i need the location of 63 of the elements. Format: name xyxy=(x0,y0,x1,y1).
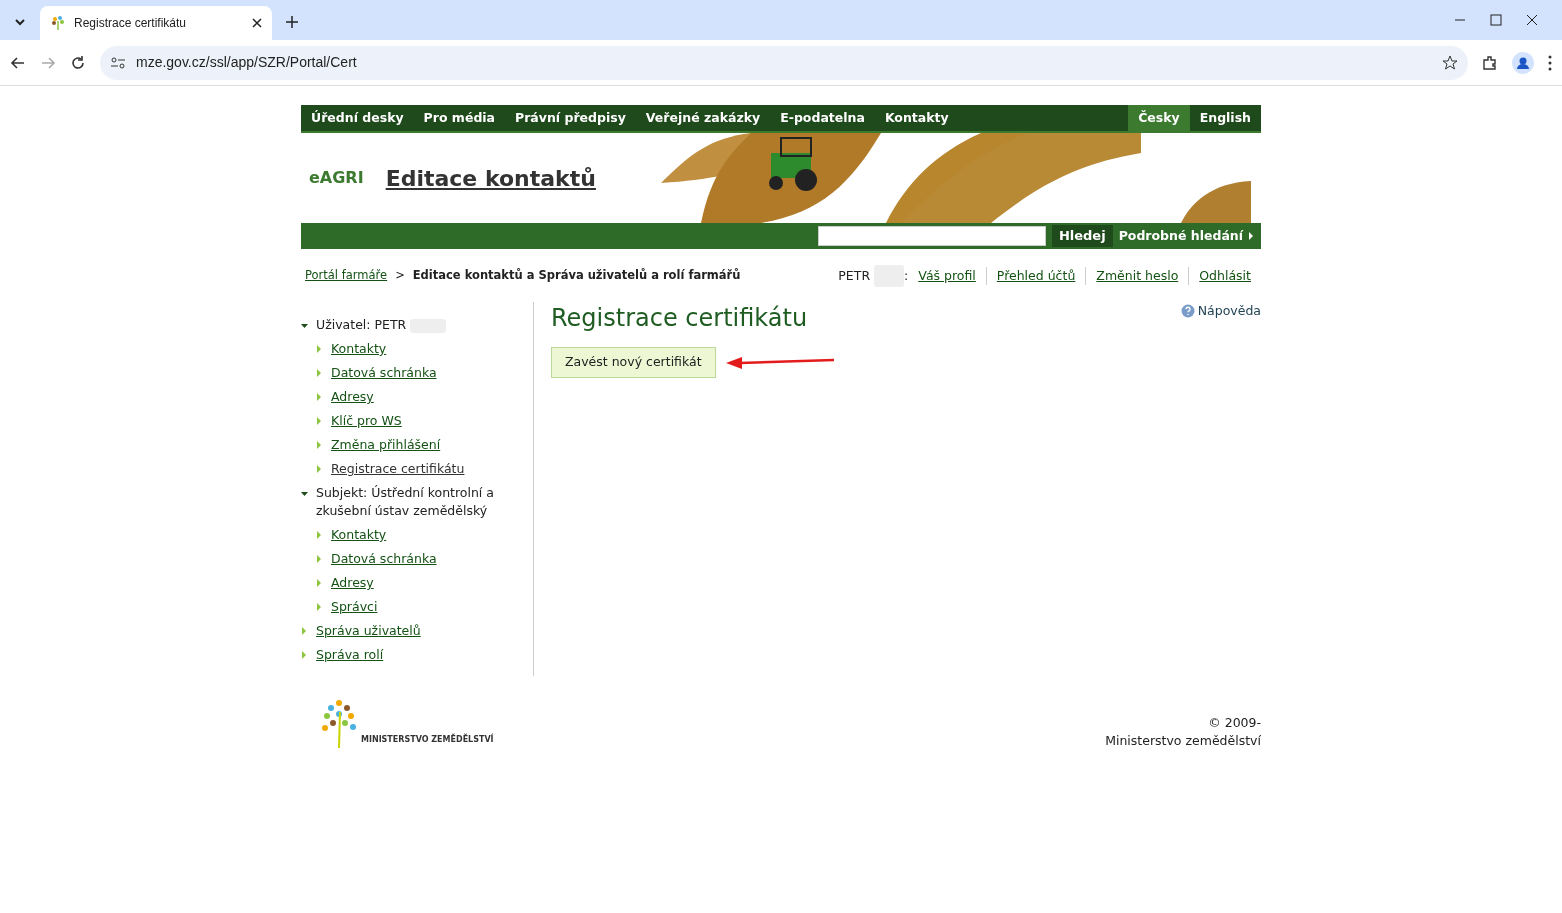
tree-node-label: Uživatel: PETR xyxy=(316,317,407,332)
user-menu-link[interactable]: Změnit heslo xyxy=(1085,266,1189,286)
tree-link[interactable]: Správa rolí xyxy=(316,646,384,664)
page-header-title[interactable]: Editace kontaktů xyxy=(385,161,596,195)
nav-link-item[interactable]: Pro média xyxy=(413,105,506,131)
breadcrumb-current: Editace kontaktů a Správa uživatelů a rolí farmářů xyxy=(412,267,741,285)
nav-link-item[interactable]: Úřední desky xyxy=(301,105,414,131)
browser-tab[interactable]: Registrace certifikátu xyxy=(40,6,272,40)
tree-link[interactable]: Adresy xyxy=(331,574,374,592)
tree-link[interactable]: Správa uživatelů xyxy=(316,622,421,640)
caret-right-icon xyxy=(1249,232,1253,240)
tree-link[interactable]: Datová schránka xyxy=(331,550,437,568)
plus-icon xyxy=(286,16,298,28)
site-settings-icon[interactable] xyxy=(110,55,126,70)
tree-link[interactable]: Registrace certifikátu xyxy=(331,460,465,478)
tree-icon xyxy=(50,15,66,31)
tree-node-label: Subjekt: Ústřední kontrolní a zkušební ústav zemědělský xyxy=(316,484,495,520)
nav-link-item[interactable]: Právní předpisy xyxy=(505,105,636,131)
tab-title: Registrace certifikátu xyxy=(74,15,188,32)
nav-link-item[interactable]: Kontakty xyxy=(874,105,959,131)
forward-arrow-icon[interactable] xyxy=(40,54,56,71)
breadcrumb-separator: > xyxy=(395,267,405,285)
help-link[interactable]: Nápověda xyxy=(1180,302,1261,321)
nav-link-item[interactable]: E-podatelna xyxy=(770,105,875,131)
user-separator: : xyxy=(904,266,909,285)
tree-link[interactable]: Kontakty xyxy=(331,340,387,358)
close-icon[interactable] xyxy=(252,18,262,28)
url-text: mze.gov.cz/ssl/app/SZR/Portal/Cert xyxy=(136,53,358,72)
star-icon[interactable] xyxy=(1442,54,1458,71)
user-menu-link[interactable]: Odhlásit xyxy=(1188,266,1261,286)
user-name: PETR xyxy=(838,266,871,285)
close-icon[interactable] xyxy=(1526,14,1538,26)
tree-link[interactable]: Změna přihlášení xyxy=(331,436,441,454)
ministry-logo-text: MINISTERSTVO ZEMĚDĚLSTVÍ xyxy=(361,734,494,746)
language-link[interactable]: English xyxy=(1189,105,1261,131)
breadcrumb-link[interactable]: Portál farmáře xyxy=(305,267,388,285)
nav-link-item[interactable]: Veřejné zakázky xyxy=(635,105,771,131)
more-menu-icon[interactable] xyxy=(1548,54,1552,71)
tree-link[interactable]: Adresy xyxy=(331,388,374,406)
search-button[interactable]: Hledej xyxy=(1051,225,1113,247)
tree-link[interactable]: Datová schránka xyxy=(331,364,437,382)
user-menu-link[interactable]: Přehled účtů xyxy=(985,266,1086,286)
language-link[interactable]: Česky xyxy=(1128,105,1190,131)
advanced-search-link[interactable]: Podrobné hledání xyxy=(1118,226,1253,246)
tree-link[interactable]: Kontakty xyxy=(331,526,387,544)
puzzle-piece-icon[interactable] xyxy=(1482,54,1498,71)
search-field[interactable] xyxy=(817,226,1046,246)
add-certificate-button[interactable]: Zavést nový certifikát xyxy=(551,346,716,378)
tree-link[interactable]: Správci xyxy=(331,598,378,616)
user-menu-link[interactable]: Váš profil xyxy=(908,266,986,286)
chevron-down-icon xyxy=(15,18,25,26)
back-arrow-icon[interactable] xyxy=(10,54,26,71)
page-title: Registrace certifikátu xyxy=(551,304,808,333)
copyright-owner: Ministerstvo zemědělství xyxy=(1105,732,1261,750)
tree-icon xyxy=(319,698,359,750)
site-logo[interactable]: eAGRI xyxy=(309,166,364,190)
profile-avatar-icon[interactable] xyxy=(1512,51,1534,74)
tree-link[interactable]: Klíč pro WS xyxy=(331,412,402,430)
reload-icon[interactable] xyxy=(70,54,86,71)
address-bar[interactable]: mze.gov.cz/ssl/app/SZR/Portal/Cert xyxy=(100,45,1468,80)
help-icon xyxy=(1180,304,1195,319)
copyright-text: © 2009- xyxy=(1207,714,1261,732)
maximize-icon[interactable] xyxy=(1490,14,1502,26)
